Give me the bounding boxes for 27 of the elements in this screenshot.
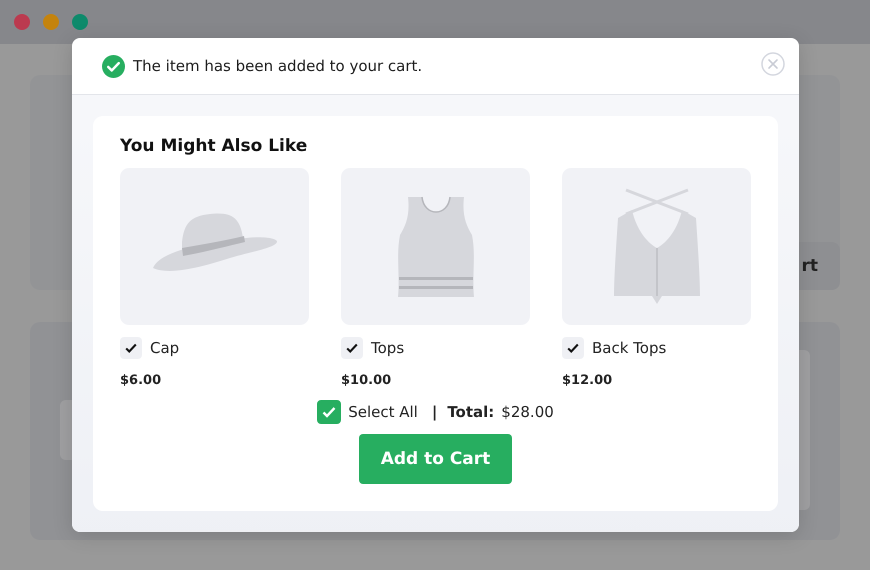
- close-button[interactable]: [761, 52, 785, 76]
- product-price: $6.00: [120, 373, 162, 388]
- window-control[interactable]: [14, 14, 30, 30]
- notification-message: The item has been added to your cart.: [133, 57, 424, 75]
- product-image[interactable]: [341, 168, 530, 325]
- product-price: $12.00: [562, 373, 614, 388]
- product-price: $10.00: [341, 373, 392, 388]
- product-name: Tops: [371, 339, 404, 357]
- check-icon: [566, 341, 580, 355]
- check-icon: [124, 341, 138, 355]
- product-checkbox[interactable]: [341, 337, 363, 359]
- separator: |: [432, 403, 438, 421]
- total-label: Total:: [447, 403, 494, 421]
- select-all-checkbox[interactable]: [317, 400, 342, 424]
- product-name: Cap: [150, 339, 180, 357]
- select-all-label: Select All: [348, 403, 418, 421]
- product-checkbox[interactable]: [120, 337, 142, 359]
- window-control[interactable]: [72, 14, 88, 30]
- add-to-cart-button[interactable]: Add to Cart: [359, 434, 512, 484]
- product-image[interactable]: [562, 168, 751, 325]
- section-title: You Might Also Like: [120, 136, 308, 156]
- product-checkbox[interactable]: [562, 337, 584, 359]
- window-control[interactable]: [43, 14, 59, 30]
- total-value: $28.00: [501, 403, 554, 421]
- check-icon: [345, 341, 359, 355]
- product-name: Back Tops: [592, 339, 666, 357]
- product-image[interactable]: [120, 168, 309, 325]
